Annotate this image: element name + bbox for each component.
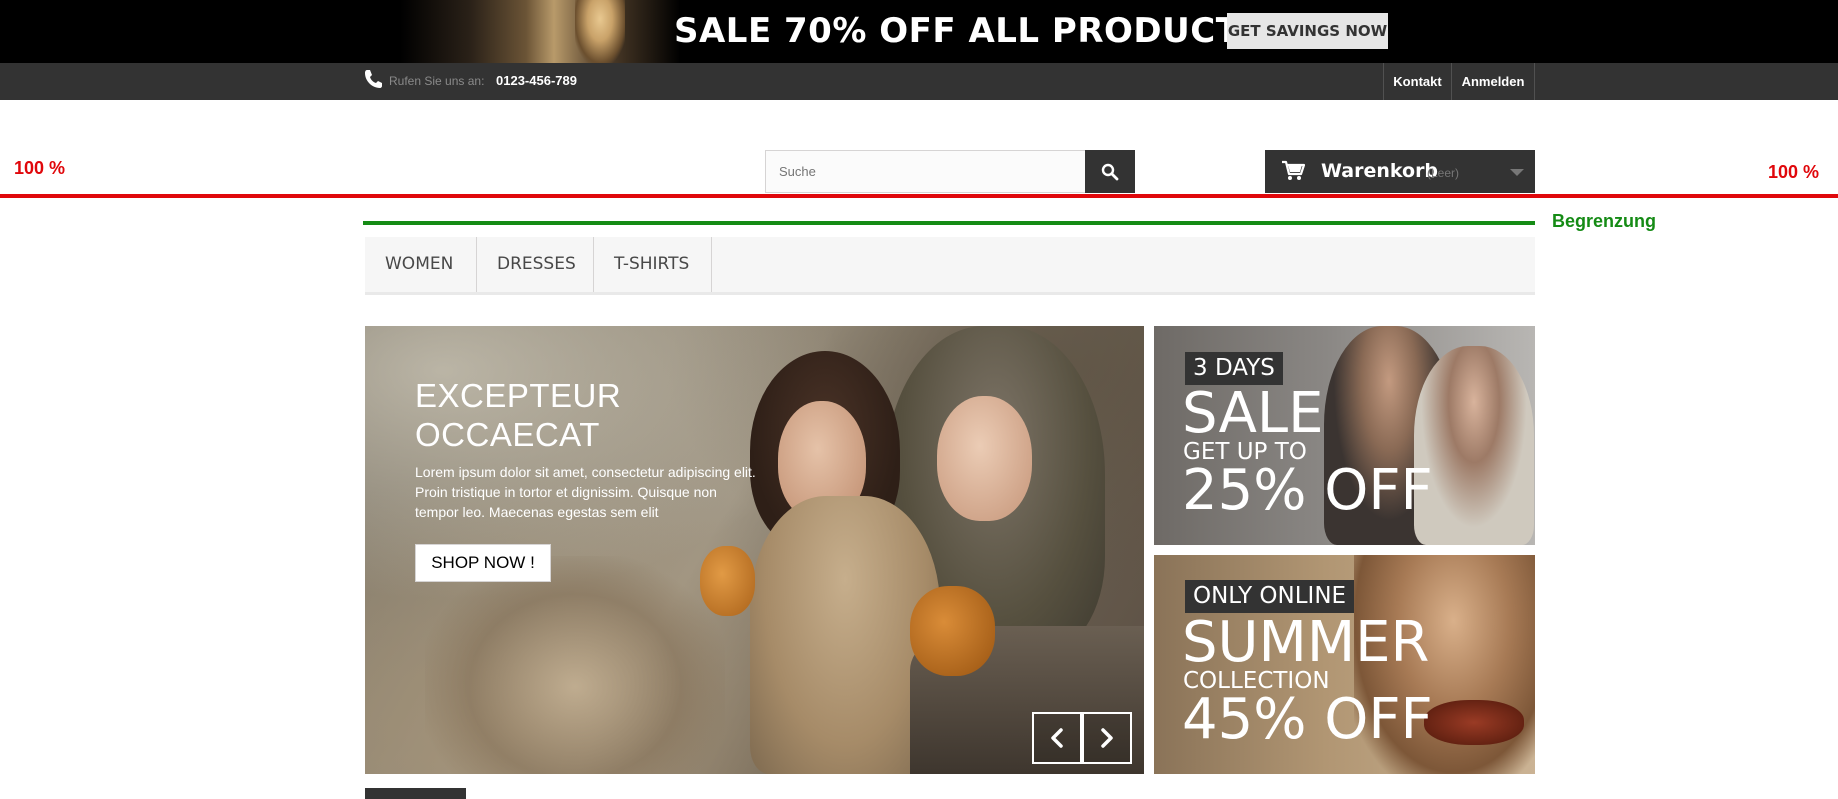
cart-button[interactable]: Warenkorb (Leer) xyxy=(1265,150,1535,193)
promo-model-head xyxy=(575,0,625,63)
sale-banner-discount: 25% OFF xyxy=(1182,458,1433,523)
caret-down-icon[interactable] xyxy=(1510,169,1524,176)
phone-number: 0123-456-789 xyxy=(496,73,577,88)
sale-banner[interactable]: 3 DAYS SALE GET UP TO 25% OFF xyxy=(1154,326,1535,545)
main-menu: WOMEN DRESSES T-SHIRTS xyxy=(365,237,1535,295)
hero-title: EXCEPTEUR OCCAECAT xyxy=(415,376,715,454)
container-limit-line xyxy=(363,221,1535,225)
contact-link[interactable]: Kontakt xyxy=(1383,63,1451,100)
sign-in-link[interactable]: Anmelden xyxy=(1451,63,1535,100)
cart-label: Warenkorb xyxy=(1321,160,1439,182)
summer-banner-tag: ONLY ONLINE xyxy=(1185,580,1355,613)
menu-item-dresses[interactable]: DRESSES xyxy=(477,237,594,292)
full-width-line xyxy=(0,194,1838,198)
slider-next-button[interactable] xyxy=(1082,712,1132,764)
cart-icon xyxy=(1282,160,1305,180)
chevron-left-icon xyxy=(1051,728,1063,748)
hero-title-line1: EXCEPTEUR xyxy=(415,377,622,414)
left-percent-label: 100 % xyxy=(14,158,66,178)
menu-item-women[interactable]: WOMEN xyxy=(365,237,477,292)
sale-banner-title: SALE xyxy=(1182,381,1324,446)
right-percent-label: 100 % xyxy=(1768,162,1820,182)
hero-flowers xyxy=(425,556,725,774)
header-bar: Rufen Sie uns an: 0123-456-789 Kontakt A… xyxy=(0,63,1838,100)
search-input[interactable] xyxy=(765,150,1086,193)
phone-icon xyxy=(365,70,382,88)
hero-title-line2: OCCAECAT xyxy=(415,416,600,453)
shop-now-button[interactable]: SHOP NOW ! xyxy=(415,544,551,582)
promo-headline: SALE 70% OFF ALL PRODUCTS xyxy=(674,11,1265,51)
hero-mitten-right xyxy=(910,586,995,676)
hero-mitten-left xyxy=(700,546,755,616)
hero-woman-right-face xyxy=(937,396,1032,521)
summer-banner-sunglasses xyxy=(1424,700,1524,745)
menu-item-t-shirts[interactable]: T-SHIRTS xyxy=(594,237,712,292)
promo-banner[interactable]: SALE 70% OFF ALL PRODUCTS GET SAVINGS NO… xyxy=(0,0,1838,63)
summer-banner-title: SUMMER xyxy=(1182,610,1430,675)
call-us-label: Rufen Sie uns an: xyxy=(389,74,485,88)
get-savings-button[interactable]: GET SAVINGS NOW xyxy=(1227,13,1388,49)
bottom-tab[interactable] xyxy=(365,788,466,799)
summer-banner-discount: 45% OFF xyxy=(1182,687,1433,752)
chevron-right-icon xyxy=(1101,728,1113,748)
summer-banner[interactable]: ONLY ONLINE SUMMER COLLECTION 45% OFF xyxy=(1154,555,1535,774)
hero-text: Lorem ipsum dolor sit amet, consectetur … xyxy=(415,464,756,520)
search-button[interactable] xyxy=(1085,150,1135,193)
promo-model-image xyxy=(400,0,680,63)
cart-status: (Leer) xyxy=(1427,166,1460,180)
limit-label: Begrenzung xyxy=(1552,211,1657,231)
hero-slider[interactable]: EXCEPTEUR OCCAECAT Lorem ipsum dolor sit… xyxy=(365,326,1144,774)
search-icon xyxy=(1101,163,1119,181)
slider-prev-button[interactable] xyxy=(1032,712,1082,764)
